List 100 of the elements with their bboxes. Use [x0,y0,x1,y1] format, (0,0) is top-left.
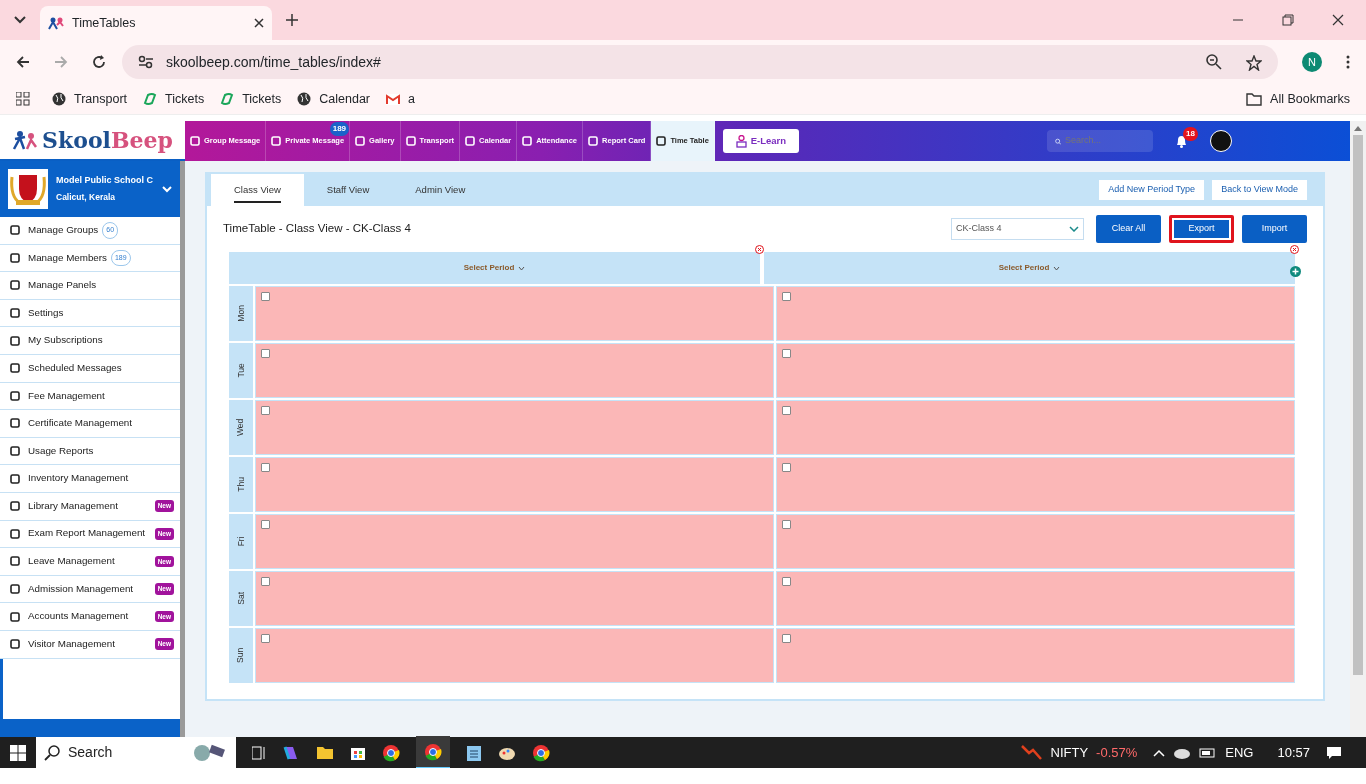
add-icon[interactable] [1290,266,1301,278]
bell-icon[interactable] [1175,134,1188,148]
view-tab[interactable]: Class View [211,174,304,206]
reload-icon[interactable] [92,55,106,69]
day-label: Thu [234,477,247,492]
period-select[interactable]: Select Period [998,262,1061,274]
action-button[interactable]: Add New Period Type [1099,180,1205,200]
checkbox[interactable] [261,520,270,529]
address-bar[interactable]: skoolbeep.com/time_tables/index# [122,45,1278,79]
avatar[interactable] [1210,130,1232,152]
bookmark[interactable]: Tickets [220,89,282,109]
chevron-down-icon[interactable] [162,185,172,193]
period-cell[interactable] [776,343,1295,398]
search-field[interactable]: Search... [1047,130,1153,152]
e-learn-button[interactable]: E-Learn [722,129,799,153]
clock[interactable]: 10:57 [1277,742,1310,763]
action-button[interactable]: Import [1242,215,1307,243]
close-icon[interactable] [1332,14,1344,26]
sidebar-item[interactable]: Usage Reports [0,437,180,466]
chevron-up-icon[interactable] [1153,748,1166,757]
windows-icon[interactable] [10,744,26,761]
forward-icon [54,55,68,69]
site-settings-icon[interactable] [138,55,154,69]
restore-icon[interactable] [1282,14,1294,26]
period-cell[interactable] [255,457,774,512]
zoom-icon[interactable] [1206,54,1222,70]
checkbox[interactable] [782,292,791,301]
globe-icon [297,92,312,106]
sidebar-item[interactable]: Fee Management [0,382,180,411]
period-cell[interactable] [776,400,1295,455]
period-cell[interactable] [776,571,1295,626]
period-cell[interactable] [255,628,774,683]
new-tab-icon[interactable] [286,14,298,26]
checkbox[interactable] [782,349,791,358]
sidebar-item[interactable]: Inventory Management [0,465,180,493]
notifications-icon[interactable] [1326,746,1342,761]
view-tab[interactable]: Staff View [303,174,393,206]
close-icon[interactable] [254,18,264,28]
sidebar-item[interactable]: Settings [0,299,180,328]
profile-avatar[interactable]: N [1302,52,1322,72]
checkbox[interactable] [261,349,270,358]
language-indicator[interactable]: ENG [1225,742,1254,763]
bookmark[interactable]: Tickets [143,89,205,109]
period-cell[interactable] [255,400,774,455]
taskbar-search[interactable]: Search [36,737,236,768]
bookmark[interactable]: a [386,89,415,109]
menu-label: Scheduled Messages [28,360,122,375]
dropdown-icon[interactable] [14,16,26,24]
sidebar-item[interactable]: Scheduled Messages [0,354,180,383]
checkbox[interactable] [782,406,791,415]
notepad-icon[interactable] [466,743,482,762]
period-cell[interactable] [776,514,1295,569]
apps-icon[interactable] [16,92,30,107]
bookmark[interactable]: Calendar [297,89,370,109]
checkbox[interactable] [782,520,791,529]
day-label: Sat [234,592,247,605]
battery-icon[interactable] [1199,746,1218,759]
checkbox[interactable] [261,577,270,586]
menu-icon[interactable] [1346,55,1350,69]
checkbox[interactable] [782,634,791,643]
remove-icon[interactable] [755,245,764,255]
checkbox[interactable] [261,292,270,301]
period-cell[interactable] [776,457,1295,512]
sidebar-item[interactable]: My Subscriptions [0,327,180,355]
checkbox[interactable] [261,634,270,643]
class-select[interactable]: CK-Class 4 [951,218,1084,240]
checkbox[interactable] [782,577,791,586]
remove-icon[interactable] [1290,245,1299,255]
view-tab[interactable]: Admin View [392,174,489,206]
folder-icon[interactable] [316,745,334,760]
period-cell[interactable] [776,286,1295,341]
back-icon[interactable] [16,55,30,69]
star-icon[interactable] [1246,54,1262,71]
school-name[interactable]: Model Public School C [56,173,154,188]
action-button[interactable]: Clear All [1096,215,1161,243]
bookmark[interactable]: Transport [52,89,128,109]
period-cell[interactable] [255,571,774,626]
sidebar-item[interactable]: Certificate Management [0,410,180,438]
checkbox[interactable] [782,463,791,472]
period-select[interactable]: Select Period [463,262,526,274]
browser-icon[interactable] [424,743,442,762]
logo[interactable]: SkoolBeep [0,121,185,161]
checkbox[interactable] [261,463,270,472]
period-cell[interactable] [776,628,1295,683]
action-button[interactable]: Export [1169,215,1234,243]
sidebar-item[interactable]: Manage Panels [0,272,180,300]
browser-tab[interactable]: TimeTables [40,6,272,40]
period-cell[interactable] [255,514,774,569]
period-cell[interactable] [255,343,774,398]
search-input[interactable]: Search... [1065,134,1145,148]
browser-icon[interactable] [382,743,400,762]
checkbox[interactable] [261,406,270,415]
folder-icon [1246,92,1263,106]
task-view-icon[interactable] [252,745,266,760]
browser-icon[interactable] [532,743,550,762]
day-label: Wed [234,418,247,437]
period-cell[interactable] [255,286,774,341]
scrollbar[interactable] [1350,121,1366,737]
all-bookmarks[interactable]: All Bookmarks [1246,89,1350,109]
action-button[interactable]: Back to View Mode [1212,180,1307,200]
